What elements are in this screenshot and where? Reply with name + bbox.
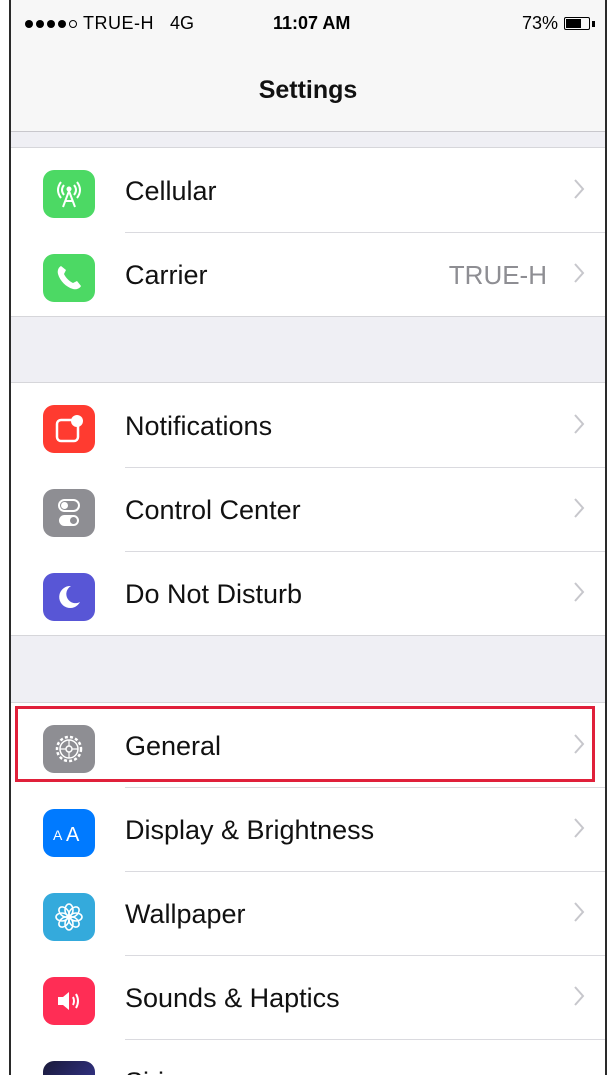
moon-icon: [43, 573, 95, 621]
speaker-icon: [43, 977, 95, 1025]
status-right: 73%: [522, 13, 595, 34]
settings-row-general[interactable]: General: [11, 703, 605, 787]
chevron-right-icon: [573, 733, 585, 760]
battery-percent: 73%: [521, 13, 558, 33]
notifications-label: Notifications: [125, 411, 273, 441]
toggle-switches-icon: [43, 489, 95, 537]
status-bar: TRUE-H 4G 11:07 AM 73%: [11, 0, 605, 42]
settings-row-display-brightness[interactable]: A A Display & Brightness: [11, 787, 605, 871]
settings-row-control-center[interactable]: Control Center: [11, 467, 605, 551]
chevron-right-icon: [573, 262, 585, 289]
status-left: TRUE-H 4G: [25, 13, 194, 34]
carrier-label: Carrier: [125, 260, 208, 290]
navigation-bar: Settings: [11, 42, 605, 132]
svg-text:A: A: [53, 827, 63, 843]
wallpaper-label: Wallpaper: [125, 899, 246, 929]
chevron-right-icon: [573, 178, 585, 205]
general-label: General: [125, 731, 222, 761]
phone-icon: [43, 254, 95, 302]
siri-label: Siri: [125, 1067, 164, 1075]
phone-screen: TRUE-H 4G 11:07 AM 73% Settings Cellular…: [9, 0, 607, 1075]
battery-tip: [592, 20, 595, 27]
settings-row-siri[interactable]: Siri: [11, 1039, 605, 1075]
settings-row-wallpaper[interactable]: Wallpaper: [11, 871, 605, 955]
battery-fill: [566, 19, 581, 28]
carrier-name: TRUE-H: [83, 13, 154, 33]
chevron-right-icon: [573, 901, 585, 928]
signal-strength-icon: [25, 19, 77, 28]
settings-group-general: General A A Display & Brightness Wallpap…: [11, 702, 605, 1075]
chevron-right-icon: [573, 581, 585, 608]
settings-row-sounds-haptics[interactable]: Sounds & Haptics: [11, 955, 605, 1039]
settings-row-carrier[interactable]: Carrier TRUE-H: [11, 232, 605, 316]
notifications-icon: [43, 405, 95, 453]
chevron-right-icon: [573, 497, 585, 524]
chevron-right-icon: [573, 817, 585, 844]
control-center-label: Control Center: [125, 495, 301, 525]
chevron-right-icon: [573, 413, 585, 440]
chevron-right-icon: [573, 985, 585, 1012]
page-title: Settings: [258, 76, 358, 104]
battery-icon: [564, 17, 590, 30]
do-not-disturb-label: Do Not Disturb: [125, 579, 303, 609]
cellular-label: Cellular: [125, 176, 217, 206]
settings-row-do-not-disturb[interactable]: Do Not Disturb: [11, 551, 605, 635]
status-time: 11:07 AM: [273, 13, 351, 33]
text-size-aa-icon: A A: [43, 809, 95, 857]
settings-group-network: Cellular Carrier TRUE-H: [11, 147, 605, 317]
settings-row-notifications[interactable]: Notifications: [11, 383, 605, 467]
siri-icon: [43, 1061, 95, 1075]
display-brightness-label: Display & Brightness: [125, 815, 375, 845]
cellular-antenna-icon: [43, 170, 95, 218]
sounds-haptics-label: Sounds & Haptics: [125, 983, 340, 1013]
carrier-value: TRUE-H: [448, 260, 547, 290]
gear-icon: [43, 725, 95, 773]
settings-group-notifications: Notifications Control Center Do Not Dist…: [11, 382, 605, 636]
settings-row-cellular[interactable]: Cellular: [11, 148, 605, 232]
network-type: 4G: [170, 13, 195, 33]
flower-icon: [43, 893, 95, 941]
svg-text:A: A: [66, 824, 80, 846]
